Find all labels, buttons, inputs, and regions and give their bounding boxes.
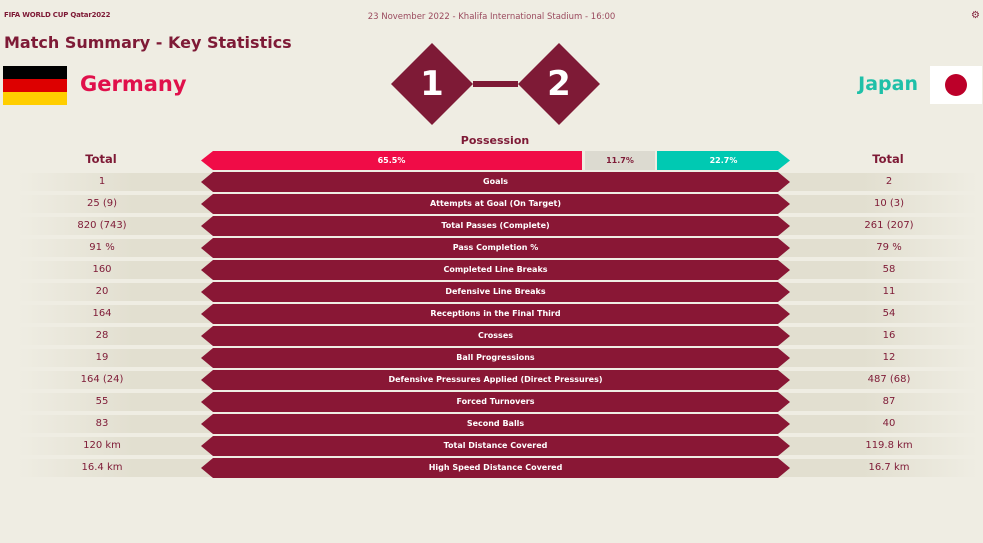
stat-row: 164 (24) Defensive Pressures Applied (Dir… (0, 369, 983, 391)
stat-label: Ball Progressions (456, 353, 535, 362)
home-team-name: Germany (80, 72, 187, 96)
stat-row: 16.4 km High Speed Distance Covered 16.7 k… (0, 457, 983, 479)
possession-away-bar: 22.7% (657, 151, 790, 170)
stat-away-value: 119.8 km (865, 440, 913, 451)
stat-home-value: 160 (92, 264, 112, 275)
home-score: 1 (420, 64, 444, 104)
stat-home-value: 16.4 km (81, 462, 123, 473)
stat-away-value: 58 (882, 264, 896, 275)
stat-away-value: 54 (882, 308, 896, 319)
page-title: Match Summary - Key Statistics (4, 33, 292, 52)
stat-label: Defensive Pressures Applied (Direct Pres… (388, 375, 603, 384)
stat-away-value: 87 (882, 396, 896, 407)
stat-row: 160 Completed Line Breaks 58 (0, 259, 983, 281)
stat-home-value: 20 (95, 286, 109, 297)
stat-label: Completed Line Breaks (443, 265, 548, 274)
match-info: 23 November 2022 - Khalifa International… (367, 12, 616, 22)
stat-home-value: 55 (95, 396, 109, 407)
stat-away-value: 11 (882, 286, 896, 297)
stat-label: Total Distance Covered (443, 441, 548, 450)
stat-away-value: 12 (882, 352, 896, 363)
away-score: 2 (547, 64, 571, 104)
stat-row: 1 Goals 2 (0, 171, 983, 193)
stat-home-value: 1 (98, 176, 106, 187)
stat-home-value: 120 km (83, 440, 121, 451)
stat-home-value: 820 (743) (77, 220, 127, 231)
stat-away-value: 261 (207) (864, 220, 914, 231)
stat-row: 25 (9) Attempts at Goal (On Target) 10 (3) (0, 193, 983, 215)
stat-row: 55 Forced Turnovers 87 (0, 391, 983, 413)
possession-title: Possession (460, 134, 530, 147)
stat-row: 19 Ball Progressions 12 (0, 347, 983, 369)
stat-label: Crosses (477, 331, 514, 340)
stat-away-value: 16 (882, 330, 896, 341)
stat-label: Goals (483, 177, 508, 186)
stat-label: Receptions in the Final Third (430, 309, 561, 318)
away-total-header: Total (872, 152, 904, 166)
stat-label: Pass Completion % (452, 243, 539, 252)
stat-away-value: 79 % (876, 242, 902, 253)
stat-away-value: 487 (68) (867, 374, 911, 385)
germany-flag-icon (3, 66, 67, 105)
stat-away-value: 10 (3) (873, 198, 905, 209)
possession-home-bar: 65.5% (201, 151, 582, 170)
stat-row: 28 Crosses 16 (0, 325, 983, 347)
stat-label: Forced Turnovers (456, 397, 535, 406)
stat-home-value: 164 (24) (80, 374, 124, 385)
stat-row: 20 Defensive Line Breaks 11 (0, 281, 983, 303)
stat-away-value: 2 (885, 176, 893, 187)
japan-flag-icon (930, 66, 982, 104)
stat-home-value: 25 (9) (86, 198, 118, 209)
stat-away-value: 16.7 km (868, 462, 910, 473)
stat-row: 164 Receptions in the Final Third 54 (0, 303, 983, 325)
stat-label: Defensive Line Breaks (445, 287, 546, 296)
stat-label: Second Balls (466, 419, 525, 428)
stat-home-value: 91 % (89, 242, 115, 253)
stat-row: 83 Second Balls 40 (0, 413, 983, 435)
stat-label: Total Passes (Complete) (441, 221, 550, 230)
stat-away-value: 40 (882, 418, 896, 429)
score-separator (473, 81, 518, 87)
stat-home-value: 19 (95, 352, 109, 363)
stat-row: 820 (743) Total Passes (Complete) 261 (207… (0, 215, 983, 237)
gear-icon[interactable]: ⚙ (971, 10, 980, 21)
stat-row: 120 km Total Distance Covered 119.8 km (0, 435, 983, 457)
stat-label: High Speed Distance Covered (428, 463, 563, 472)
stat-label: Attempts at Goal (On Target) (429, 199, 562, 208)
stat-home-value: 83 (95, 418, 109, 429)
home-total-header: Total (85, 152, 117, 166)
possession-neutral-bar: 11.7% (585, 151, 655, 170)
stat-home-value: 164 (92, 308, 112, 319)
away-team-name: Japan (858, 73, 918, 95)
stat-row: 91 % Pass Completion % 79 % (0, 237, 983, 259)
stat-home-value: 28 (95, 330, 109, 341)
